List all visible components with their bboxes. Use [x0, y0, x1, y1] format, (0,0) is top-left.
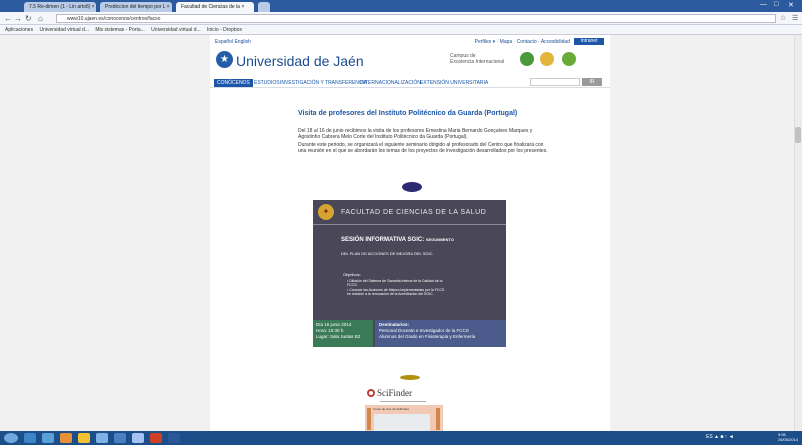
menu-extension[interactable]: EXTENSIÓN UNIVERSITARIA	[420, 80, 488, 86]
ie-icon[interactable]	[24, 433, 36, 443]
bookmark-item[interactable]: Mis sistemas - Porta...	[95, 27, 144, 33]
lang-en-link[interactable]: English	[234, 39, 250, 45]
article-paragraph: Del 18 al 16 de junio recibimos la visit…	[298, 128, 533, 140]
card-side-band	[367, 408, 371, 430]
menu-icon[interactable]: ☰	[792, 14, 798, 22]
divider	[380, 401, 426, 402]
article-paragraph: Durante este periodo, se organizará el s…	[298, 142, 548, 154]
partner-badge-icon[interactable]	[562, 52, 576, 66]
poster-divider	[313, 224, 506, 225]
faculty-seal-icon: ✦	[318, 204, 334, 220]
decorative-oval	[400, 375, 420, 380]
minimize-icon[interactable]: —	[760, 1, 767, 8]
menu-investigacion[interactable]: INVESTIGACIÓN Y TRANSFERENCIA	[280, 80, 367, 86]
language-switch: Español English	[215, 39, 251, 45]
event-place: Lugar: Sala Juntas B2	[316, 334, 361, 339]
tab-strip: 7.5 Re-dimen (1 - Lin arto6) × Prediccio…	[0, 0, 802, 12]
search-input[interactable]	[530, 78, 580, 86]
mapa-link[interactable]: Mapa	[500, 39, 513, 45]
menu-conocenos[interactable]: CONÓCENOS	[214, 79, 253, 87]
home-icon[interactable]: ⌂	[38, 14, 43, 23]
forward-icon[interactable]: →	[14, 14, 22, 23]
event-poster: ✦ FACULTAD DE CIENCIAS DE LA SALUD SESIÓ…	[313, 200, 506, 347]
vertical-scrollbar[interactable]	[794, 35, 802, 431]
perfiles-link[interactable]: Perfiles ▾	[475, 39, 496, 45]
firefox-icon[interactable]	[60, 433, 72, 443]
system-tray[interactable]: ES ▲ ■ ↑ ◄	[706, 434, 734, 440]
card-header: Curso de Uso de SciFinder	[373, 407, 410, 411]
top-links: Perfiles ▾ · Mapa · Contacto · Accesibil…	[474, 39, 570, 45]
bookmark-item[interactable]: Universidad virtual d...	[151, 27, 200, 33]
maximize-icon[interactable]: □	[774, 1, 778, 8]
decorative-oval	[402, 182, 422, 192]
poster-title-rest: SEGUIMIENTO	[425, 237, 454, 242]
objective-item: FCCS.	[347, 283, 358, 287]
campus-line: Excelencia Internacional	[450, 59, 505, 65]
campus-excelencia-text: Campus de Excelencia Internacional	[450, 53, 504, 65]
web-page: Español English Perfiles ▾ · Mapa · Cont…	[210, 35, 610, 431]
university-name[interactable]: Universidad de Jaén	[236, 53, 364, 69]
browser-toolbar: ← → ↻ ⌂ www10.ujaen.es/conocenos/centros…	[0, 12, 802, 25]
cei-badge-icon[interactable]	[520, 52, 534, 66]
search-button[interactable]: IR	[582, 78, 602, 86]
bookmark-item[interactable]: Universidad virtual d...	[39, 27, 88, 33]
contacto-link[interactable]: Contacto	[517, 39, 537, 45]
accesibilidad-link[interactable]: Accesibilidad	[541, 39, 570, 45]
chrome-icon[interactable]	[132, 433, 144, 443]
objective-item: • Difusión del Sistema de Garantía Inter…	[347, 279, 443, 283]
scrollbar-thumb[interactable]	[795, 127, 801, 143]
card-image	[374, 414, 430, 431]
new-tab-button[interactable]	[258, 2, 270, 12]
bookmark-item[interactable]: Inicio - Dropbox	[207, 27, 242, 33]
menu-estudios[interactable]: ESTUDIOS	[254, 80, 280, 86]
poster-header: FACULTAD DE CIENCIAS DE LA SALUD	[341, 209, 487, 216]
start-button-icon[interactable]	[4, 433, 18, 443]
lang-es-link[interactable]: Español	[215, 39, 233, 45]
paint-icon[interactable]	[150, 433, 162, 443]
card-side-band	[436, 408, 440, 430]
media-icon[interactable]	[42, 433, 54, 443]
event-details: Día 16 junio 2014 Hora: 10:30 h. Lugar: …	[313, 320, 373, 347]
browser-tab[interactable]: 7.5 Re-dimen (1 - Lin arto6) ×	[24, 2, 96, 12]
page-viewport: Español English Perfiles ▾ · Mapa · Cont…	[0, 35, 802, 431]
menu-internacionalizacion[interactable]: INTERNACIONALIZACIÓN	[360, 80, 421, 86]
intranet-button[interactable]: Intranet	[574, 38, 604, 45]
bookmark-star-icon[interactable]: ☆	[780, 14, 786, 22]
event-audience: Destinatarios: Personal Docente e Invest…	[375, 320, 506, 347]
objectives-label: Objetivos:	[343, 272, 361, 277]
university-logo-icon[interactable]: ★	[216, 51, 233, 68]
scifinder-logo[interactable]: SciFinder	[377, 388, 412, 398]
scifinder-logo-icon	[367, 389, 375, 397]
poster-title: SESIÓN INFORMATIVA SGIC: SEGUIMIENTO	[341, 237, 454, 243]
network-icon[interactable]	[96, 433, 108, 443]
reload-icon[interactable]: ↻	[25, 14, 32, 23]
close-icon[interactable]: ✕	[788, 1, 794, 9]
explorer-icon[interactable]	[78, 433, 90, 443]
edge-icon[interactable]	[114, 433, 126, 443]
poster-title-main: SESIÓN INFORMATIVA SGIC:	[341, 237, 425, 243]
poster-subtitle: DEL PLAN DE ACCIONES DE MEJORA DEL SGIC.	[341, 251, 434, 256]
word-icon[interactable]	[168, 433, 180, 443]
bookmark-item[interactable]: Aplicaciones	[5, 27, 33, 33]
audience-item: Alumnos del Grado en Fisioterapia y Enfe…	[379, 334, 476, 339]
article-title: Visita de profesores del Instituto Polit…	[298, 110, 518, 117]
seal-badge-icon[interactable]	[540, 52, 554, 66]
bookmarks-bar: Aplicaciones Universidad virtual d... Mi…	[0, 25, 802, 35]
browser-tab[interactable]: Prediccion del tiempo por L ×	[100, 2, 172, 12]
scifinder-course-card[interactable]: Curso de Uso de SciFinder	[365, 405, 443, 431]
clock[interactable]: 9:55 26/05/2014	[778, 432, 798, 442]
browser-tab-active[interactable]: Facultad de Ciencias de la ×	[176, 2, 254, 12]
address-bar[interactable]: www10.ujaen.es/conocenos/centros/facso	[56, 14, 776, 23]
back-icon[interactable]: ←	[4, 14, 12, 23]
windows-taskbar: ES ▲ ■ ↑ ◄ 9:55 26/05/2014	[0, 431, 802, 445]
clock-date: 26/05/2014	[778, 437, 799, 442]
objective-item: en relación a la renovación de la Acredi…	[347, 292, 434, 296]
